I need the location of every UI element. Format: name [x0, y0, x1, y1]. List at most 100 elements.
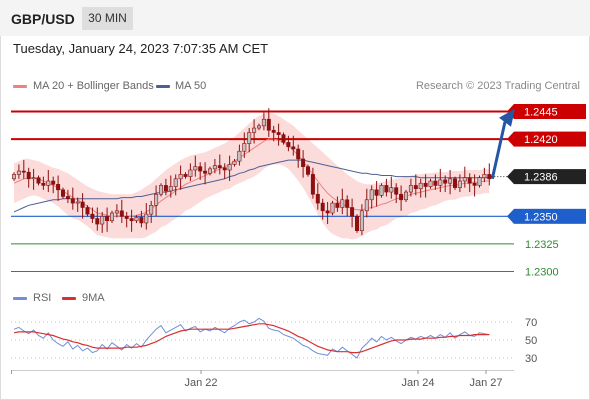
price-level-label-1.2300: 1.2300 [525, 267, 559, 279]
candle-body [305, 166, 310, 175]
candle-body [359, 210, 364, 231]
candle-body [139, 217, 144, 224]
candle-body [369, 189, 374, 201]
candle-body [70, 198, 75, 204]
candle-body [124, 216, 129, 219]
candle-body [364, 199, 369, 212]
candle-body [423, 182, 428, 187]
candle-body [443, 179, 448, 184]
candle-body [330, 202, 335, 214]
candle-body [281, 134, 286, 143]
x-tick-label-2: Jan 27 [469, 377, 502, 389]
candle-body [31, 177, 36, 180]
candle-body [256, 125, 261, 129]
candle-body [163, 185, 168, 192]
candle-body [394, 187, 399, 195]
candle-body [16, 170, 21, 175]
candle-body [286, 142, 291, 148]
candle-body [222, 167, 227, 171]
rsi-level-label-70: 70 [525, 317, 537, 329]
candle-body [433, 180, 438, 186]
candle-body [56, 184, 61, 191]
candle-body [60, 189, 65, 197]
last-price-tag-pointer [507, 169, 514, 185]
projection-arrow [490, 121, 507, 180]
candle-body [51, 180, 56, 185]
candle-body [413, 185, 418, 190]
candle-body [252, 127, 257, 133]
candle-body [75, 201, 80, 204]
candle-body [90, 213, 95, 219]
candle-body [340, 199, 345, 208]
price-chart: 1.2445 1.2420 1.2350 1.2325 1.2300 1.2386 70 50… [11, 104, 586, 389]
price-level-label-1.2420: 1.2420 [524, 134, 558, 146]
candle-body [482, 174, 487, 179]
candle-body [237, 150, 242, 162]
candle-body [462, 177, 467, 182]
candle-body [80, 201, 85, 208]
price-level-label-1.2445: 1.2445 [524, 107, 558, 119]
candle-body [389, 187, 394, 193]
candle-body [198, 166, 203, 172]
rsi-level-label-30: 30 [525, 353, 537, 365]
candle-body [12, 174, 17, 180]
candle-body [472, 182, 477, 186]
candle-body [354, 216, 359, 231]
candle-body [110, 212, 115, 222]
candle-body [227, 164, 232, 171]
candle-body [217, 165, 222, 169]
bollinger-band [14, 112, 490, 240]
candle-body [438, 179, 443, 186]
candle-body [315, 193, 320, 204]
candle-body [95, 218, 100, 225]
candle-body [448, 178, 453, 184]
candle-body [266, 118, 271, 131]
candle-body [119, 210, 124, 217]
price-level-tag-pointer-1.2420 [507, 131, 514, 147]
candle-body [105, 216, 110, 222]
candle-body [159, 185, 164, 195]
candle-body [384, 185, 389, 193]
candle-body [452, 178, 457, 188]
candle-body [350, 207, 355, 217]
candle-body [183, 174, 188, 177]
candle-body [46, 180, 51, 186]
candle-body [21, 170, 26, 173]
candle-body [232, 160, 237, 165]
candle-body [41, 182, 46, 186]
candle-body [320, 202, 325, 212]
candle-body [203, 170, 208, 174]
candle-body [428, 180, 433, 187]
candle-body [310, 174, 315, 195]
candle-body [403, 191, 408, 201]
candle-body [335, 202, 340, 208]
candle-body [85, 207, 90, 215]
candle-body [242, 143, 247, 152]
candle-body [65, 196, 70, 199]
price-level-label-1.2325: 1.2325 [525, 239, 559, 251]
candle-body [188, 169, 193, 177]
price-level-tag-pointer-1.2350 [507, 208, 514, 224]
candle-body [408, 185, 413, 193]
candle-body [173, 178, 178, 187]
candle-body [193, 166, 198, 171]
price-level-label-1.2350: 1.2350 [524, 211, 558, 223]
candle-body [168, 186, 173, 192]
candle-body [271, 129, 276, 133]
candle-body [149, 204, 154, 215]
candle-body [144, 213, 149, 224]
candle-body [276, 132, 281, 135]
candle-body [36, 177, 41, 184]
candle-body [477, 177, 482, 186]
x-tick-label-0: Jan 22 [184, 377, 217, 389]
last-price-label: 1.2386 [524, 172, 558, 184]
candle-body [291, 146, 296, 150]
x-tick-label-1: Jan 24 [401, 377, 434, 389]
candle-body [457, 180, 462, 188]
candle-body [154, 193, 159, 206]
candle-body [247, 132, 252, 144]
candle-body [379, 185, 384, 196]
candle-body [134, 217, 139, 222]
candle-body [487, 174, 492, 180]
candle-body [100, 216, 105, 225]
